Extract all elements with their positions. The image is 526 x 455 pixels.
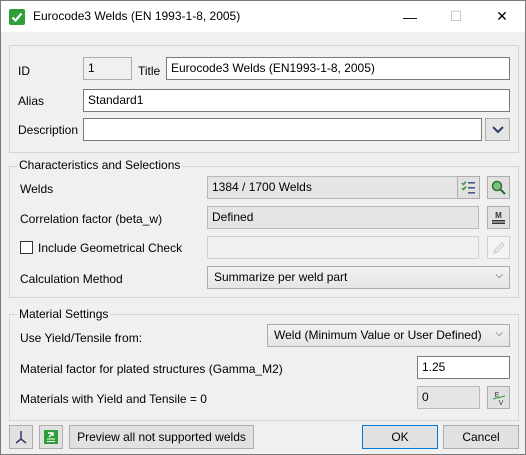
calc-method-value: Summarize per weld part: [214, 270, 348, 284]
close-button[interactable]: ✕: [479, 1, 525, 32]
geometrical-check-label: Include Geometrical Check: [38, 241, 183, 255]
zoom-selection-button[interactable]: [487, 176, 510, 199]
calc-method-label: Calculation Method: [20, 272, 123, 286]
export-button[interactable]: [39, 425, 63, 449]
geometrical-check-field: [207, 236, 479, 259]
alias-label: Alias: [18, 94, 45, 108]
chevron-down-icon: ⌵: [495, 270, 503, 281]
yield-select[interactable]: Weld (Minimum Value or User Defined) ⌵: [267, 324, 510, 347]
correlation-field: Defined: [207, 206, 479, 229]
ok-button[interactable]: OK: [362, 425, 438, 449]
description-expand-button[interactable]: [485, 118, 510, 141]
zero-materials-label: Materials with Yield and Tensile = 0: [20, 392, 207, 406]
define-factor-button[interactable]: M: [487, 206, 510, 229]
dialog-window: Eurocode3 Welds (EN 1993-1-8, 2005) — ☐ …: [0, 0, 526, 455]
preview-unsupported-button[interactable]: Preview all not supported welds: [69, 425, 254, 449]
yield-tensile-icon: E V: [492, 392, 505, 406]
yield-label: Use Yield/Tensile from:: [20, 331, 143, 345]
minimize-button[interactable]: —: [387, 1, 433, 32]
material-group-title: Material Settings: [17, 307, 111, 321]
spreadsheet-export-icon: [44, 430, 58, 444]
cancel-button[interactable]: Cancel: [443, 425, 519, 449]
zero-materials-field: 0: [417, 386, 480, 409]
geometrical-check-checkbox[interactable]: [20, 241, 33, 254]
geometrical-check-edit-button: [487, 236, 510, 259]
checkmark-app-icon: [9, 9, 25, 25]
magnifier-icon: [491, 180, 506, 195]
materials-fy-button[interactable]: E V: [487, 386, 510, 409]
checklist-icon: [461, 181, 475, 194]
svg-text:M: M: [495, 211, 502, 220]
yield-value: Weld (Minimum Value or User Defined): [274, 328, 482, 342]
window-title: Eurocode3 Welds (EN 1993-1-8, 2005): [33, 9, 241, 23]
gamma-input[interactable]: 1.25: [417, 356, 510, 379]
chevron-down-icon: [491, 125, 504, 133]
calc-method-select[interactable]: Summarize per weld part ⌵: [207, 266, 510, 289]
title-bar: Eurocode3 Welds (EN 1993-1-8, 2005) — ☐ …: [1, 1, 525, 32]
welds-label: Welds: [20, 182, 54, 196]
material-factor-icon: M: [492, 211, 505, 224]
title-input[interactable]: Eurocode3 Welds (EN1993-1-8, 2005): [166, 57, 510, 80]
chevron-down-icon: ⌵: [495, 328, 503, 339]
characteristics-group-title: Characteristics and Selections: [17, 158, 183, 172]
id-field: 1: [83, 57, 132, 80]
description-label: Description: [18, 123, 79, 137]
alias-input[interactable]: Standard1: [83, 89, 510, 112]
gamma-label: Material factor for plated structures (G…: [20, 362, 283, 376]
structure-button[interactable]: [9, 425, 33, 449]
maximize-button: ☐: [449, 8, 463, 24]
id-label: ID: [18, 64, 30, 78]
welds-field: 1384 / 1700 Welds: [207, 176, 479, 199]
title-label: Title: [138, 64, 161, 78]
correlation-label: Correlation factor (beta_w): [20, 212, 163, 226]
description-input[interactable]: [83, 118, 482, 141]
select-list-button[interactable]: [457, 176, 480, 199]
svg-text:V: V: [498, 400, 503, 406]
structure-icon: [15, 431, 27, 444]
pencil-icon: [492, 241, 505, 254]
